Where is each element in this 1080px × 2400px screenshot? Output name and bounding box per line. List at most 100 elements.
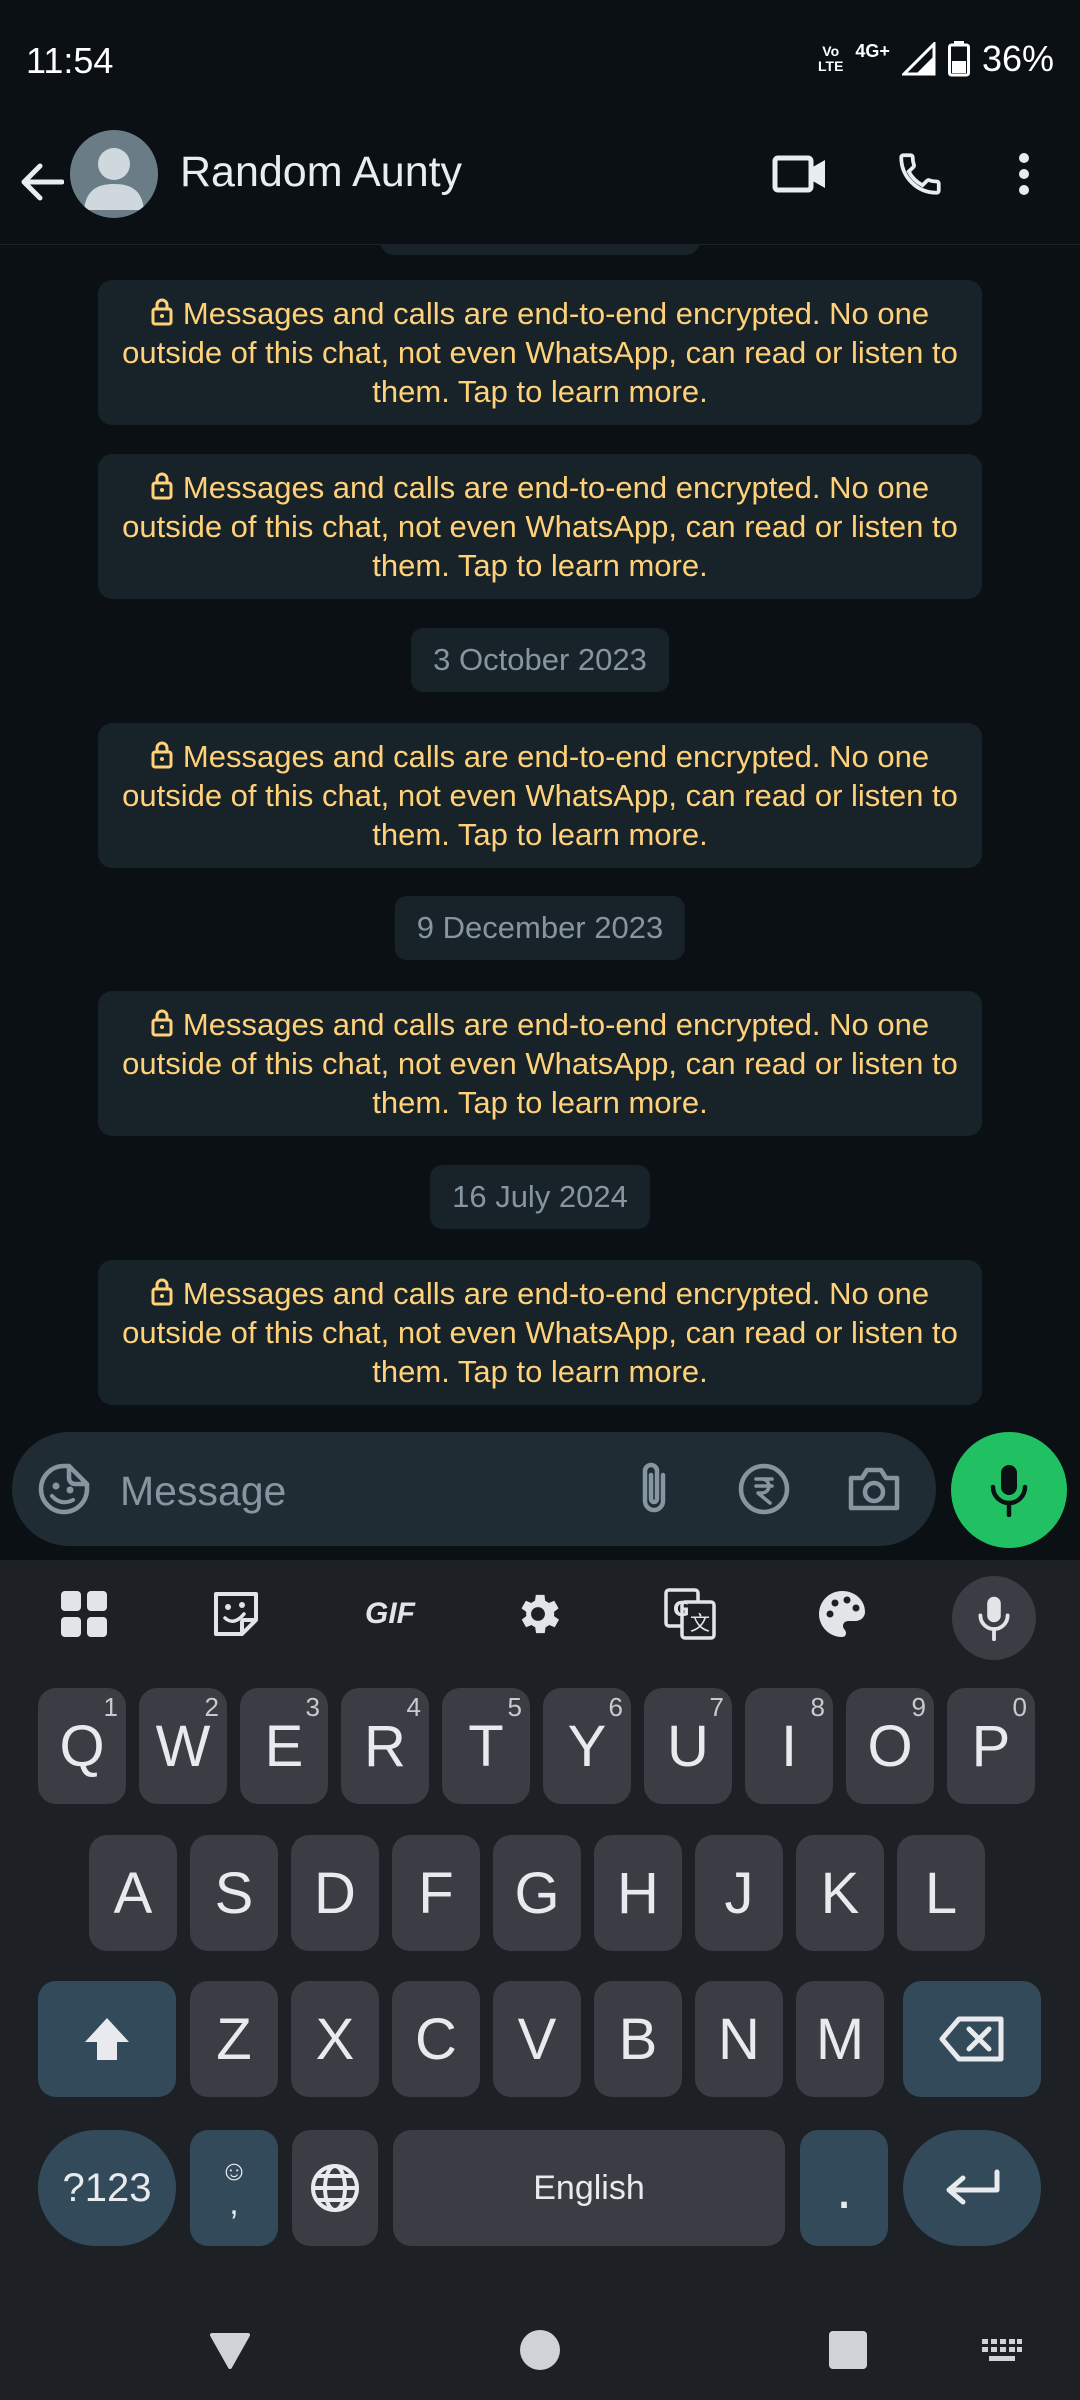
video-call-button[interactable] bbox=[770, 144, 830, 204]
enter-key[interactable] bbox=[903, 2130, 1041, 2246]
keyboard-toolbar: GIF G 文 bbox=[0, 1560, 1080, 1668]
key-r[interactable]: R4 bbox=[341, 1688, 429, 1804]
payment-rupee-icon bbox=[738, 1463, 790, 1515]
chat-header: Random Aunty bbox=[0, 120, 1080, 245]
video-call-icon bbox=[772, 155, 825, 193]
encryption-notice[interactable]: Messages and calls are end-to-end encryp… bbox=[98, 1260, 982, 1405]
backspace-key[interactable] bbox=[903, 1981, 1041, 2097]
key-y[interactable]: Y6 bbox=[543, 1688, 631, 1804]
key-m[interactable]: M bbox=[796, 1981, 884, 2097]
contact-name[interactable]: Random Aunty bbox=[180, 148, 462, 197]
sticker-button[interactable] bbox=[204, 1582, 268, 1646]
lock-icon bbox=[151, 1009, 173, 1037]
date-chip: 16 July 2024 bbox=[430, 1165, 650, 1229]
camera-icon bbox=[848, 1467, 900, 1511]
back-arrow-icon bbox=[21, 163, 64, 201]
date-chip: 9 December 2023 bbox=[394, 896, 686, 960]
keyboard-switch-button[interactable] bbox=[974, 2322, 1030, 2378]
key-s[interactable]: S bbox=[190, 1835, 278, 1951]
settings-icon bbox=[521, 1594, 560, 1634]
period-key[interactable]: . bbox=[800, 2130, 888, 2246]
key-n[interactable]: N bbox=[695, 1981, 783, 2097]
key-c[interactable]: C bbox=[392, 1981, 480, 2097]
mic-icon bbox=[990, 1465, 1028, 1517]
key-x[interactable]: X bbox=[291, 1981, 379, 2097]
svg-text:G: G bbox=[673, 1597, 689, 1621]
symbols-key[interactable]: ?123 bbox=[38, 2130, 176, 2246]
backspace-icon bbox=[939, 2016, 1004, 2062]
encryption-notice[interactable]: Messages and calls are end-to-end encryp… bbox=[98, 454, 982, 599]
nav-recents-square-icon bbox=[829, 2331, 867, 2369]
key-b[interactable]: B bbox=[594, 1981, 682, 2097]
key-h[interactable]: H bbox=[594, 1835, 682, 1951]
emoji-comma-key[interactable]: ☺ , bbox=[190, 2130, 278, 2246]
key-i[interactable]: I8 bbox=[745, 1688, 833, 1804]
lock-icon bbox=[151, 298, 173, 326]
encryption-notice[interactable]: Messages and calls are end-to-end encryp… bbox=[98, 991, 982, 1136]
navigation-bar bbox=[0, 2300, 1080, 2400]
gif-button[interactable]: GIF bbox=[350, 1582, 430, 1646]
key-u[interactable]: U7 bbox=[644, 1688, 732, 1804]
key-f[interactable]: F bbox=[392, 1835, 480, 1951]
voice-message-button[interactable] bbox=[951, 1432, 1067, 1548]
key-d[interactable]: D bbox=[291, 1835, 379, 1951]
emoji-icon: ☺ bbox=[219, 2155, 249, 2186]
payment-button[interactable] bbox=[734, 1459, 794, 1519]
space-key[interactable]: English bbox=[393, 2130, 785, 2246]
translate-button[interactable]: G 文 bbox=[658, 1582, 722, 1646]
sticker-icon bbox=[214, 1592, 258, 1636]
key-j[interactable]: J bbox=[695, 1835, 783, 1951]
key-v[interactable]: V bbox=[493, 1981, 581, 2097]
lock-icon bbox=[151, 472, 173, 500]
key-l[interactable]: L bbox=[897, 1835, 985, 1951]
key-p[interactable]: P0 bbox=[947, 1688, 1035, 1804]
volte-indicator: Vo LTE bbox=[818, 43, 844, 74]
status-time: 11:54 bbox=[26, 40, 114, 81]
date-chip: 3 October 2023 bbox=[411, 628, 669, 692]
more-options-icon bbox=[1019, 153, 1029, 195]
date-chip bbox=[380, 245, 700, 255]
key-g[interactable]: G bbox=[493, 1835, 581, 1951]
key-z[interactable]: Z bbox=[190, 1981, 278, 2097]
encryption-notice[interactable]: Messages and calls are end-to-end encryp… bbox=[98, 280, 982, 425]
nav-recents-button[interactable] bbox=[820, 2322, 876, 2378]
theme-button[interactable] bbox=[810, 1582, 874, 1646]
more-options-button[interactable] bbox=[994, 144, 1054, 204]
camera-button[interactable] bbox=[844, 1459, 904, 1519]
status-indicators: Vo LTE 4G+ 36% bbox=[818, 38, 1054, 80]
default-avatar-icon bbox=[84, 148, 144, 210]
enter-icon bbox=[946, 2169, 1000, 2205]
voice-typing-button[interactable] bbox=[952, 1576, 1036, 1660]
key-t[interactable]: T5 bbox=[442, 1688, 530, 1804]
sticker-icon bbox=[38, 1463, 90, 1515]
key-o[interactable]: O9 bbox=[846, 1688, 934, 1804]
signal-icon bbox=[901, 42, 936, 76]
encryption-notice[interactable]: Messages and calls are end-to-end encryp… bbox=[98, 723, 982, 868]
voice-call-button[interactable] bbox=[890, 144, 950, 204]
back-button[interactable] bbox=[18, 150, 66, 214]
settings-button[interactable] bbox=[506, 1582, 570, 1646]
language-key[interactable] bbox=[292, 2130, 378, 2246]
shift-key[interactable] bbox=[38, 1981, 176, 2097]
avatar[interactable] bbox=[70, 130, 158, 218]
nav-home-button[interactable] bbox=[512, 2322, 568, 2378]
key-e[interactable]: E3 bbox=[240, 1688, 328, 1804]
battery-percent: 36% bbox=[981, 38, 1054, 79]
keyboard-icon bbox=[982, 2339, 1022, 2361]
apps-button[interactable] bbox=[52, 1582, 116, 1646]
key-k[interactable]: K bbox=[796, 1835, 884, 1951]
translate-icon: G 文 bbox=[664, 1588, 716, 1640]
message-input[interactable] bbox=[118, 1460, 602, 1522]
palette-icon bbox=[819, 1591, 865, 1637]
chat-messages[interactable]: Messages and calls are end-to-end encryp… bbox=[0, 245, 1080, 1425]
attach-button[interactable] bbox=[624, 1459, 684, 1519]
message-composer bbox=[12, 1432, 936, 1546]
attach-icon bbox=[642, 1462, 666, 1513]
mic-icon bbox=[978, 1596, 1010, 1641]
globe-icon bbox=[311, 2164, 359, 2212]
key-a[interactable]: A bbox=[89, 1835, 177, 1951]
nav-back-button[interactable] bbox=[202, 2322, 258, 2378]
sticker-button[interactable] bbox=[34, 1459, 94, 1519]
key-q[interactable]: Q1 bbox=[38, 1688, 126, 1804]
key-w[interactable]: W2 bbox=[139, 1688, 227, 1804]
